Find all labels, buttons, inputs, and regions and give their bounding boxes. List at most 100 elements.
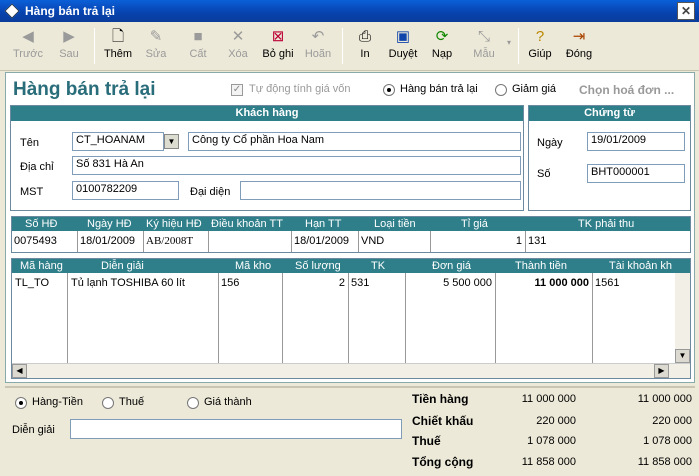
item-description-cell[interactable]: Tủ lạnh TOSHIBA 60 lít (71, 276, 185, 290)
representative-label: Đại diện (190, 186, 231, 198)
total-converted-value: 11 858 000 (637, 456, 692, 468)
invoice-symbol-cell[interactable]: AB/2008T (146, 234, 193, 248)
discount-radio-label: Giảm giá (512, 83, 557, 95)
toolbar-separator (342, 28, 343, 64)
currency-cell[interactable]: VND (361, 234, 384, 248)
customer-code-combo[interactable]: CT_HOANAM (72, 132, 164, 151)
customer-group: Khách hàng Tên CT_HOANAM ▼ Công ty Cổ ph… (10, 105, 524, 211)
invoice-no-cell[interactable]: 0075493 (14, 234, 57, 248)
voucher-no-label: Số (537, 168, 551, 180)
invoice-date-cell[interactable]: 18/01/2009 (80, 234, 135, 248)
quantity-cell[interactable]: 2 (285, 276, 345, 290)
prev-icon: ◀ (22, 28, 34, 45)
description-label: Diễn giải (12, 424, 55, 436)
save-button[interactable]: ■ Cất (180, 25, 216, 67)
subtotal-value: 11 000 000 (521, 393, 576, 405)
scroll-left-arrow-icon[interactable]: ◀ (12, 364, 27, 378)
next-icon: ▶ (63, 28, 75, 45)
inventory-account-cell[interactable]: 1561 (595, 276, 619, 290)
auto-cost-label: Tự động tính giá vốn (249, 83, 351, 95)
invoice-grid: Số HĐ Ngày HĐ Ký hiệu HĐ Điều khoản TT H… (11, 216, 691, 253)
delete-icon: ✕ (231, 28, 245, 45)
close-window-button[interactable]: ✕ (677, 2, 695, 20)
voucher-heading: Chứng từ (529, 106, 690, 121)
tax-code-field[interactable]: 0100782209 (72, 181, 179, 200)
items-vertical-scrollbar[interactable]: ▼ (675, 273, 690, 363)
page-title: Hàng bán trả lại (13, 79, 156, 100)
auto-cost-checkbox[interactable]: ✓ (231, 84, 243, 96)
date-label: Ngày (537, 137, 563, 149)
items-grid: Mã hàng Diễn giải Mã kho Số lượng TK Đơn… (11, 258, 691, 379)
voucher-no-field[interactable]: BHT000001 (587, 164, 685, 183)
reload-button[interactable]: ⟳ Nạp (424, 25, 460, 67)
return-radio-label: Hàng bán trả lại (400, 83, 478, 95)
discount-radio[interactable] (495, 84, 507, 96)
customer-name-field[interactable]: Công ty Cổ phần Hoa Nam (188, 132, 521, 151)
unpost-icon: ⊠ (271, 28, 285, 45)
next-button[interactable]: ▶ Sau (52, 25, 86, 67)
address-field[interactable]: Số 831 Hà An (72, 156, 521, 175)
delete-button[interactable]: ✕ Xóa (220, 25, 256, 67)
undo-icon: ↶ (311, 28, 325, 45)
help-button[interactable]: ? Giúp (524, 25, 556, 67)
close-button[interactable]: ⇥ Đóng (562, 25, 596, 67)
representative-field[interactable] (240, 181, 521, 200)
total-value: 11 858 000 (521, 456, 576, 468)
cost-radio[interactable] (187, 397, 199, 409)
amount-cell[interactable]: 11 000 000 (498, 276, 589, 290)
title-bar: Hàng bán trả lại ✕ (0, 0, 699, 22)
discount-value: 220 000 (536, 415, 576, 427)
description-field[interactable] (70, 419, 402, 439)
date-field[interactable]: 19/01/2009 (587, 132, 685, 151)
goods-money-radio[interactable] (15, 397, 27, 409)
warehouse-cell[interactable]: 156 (221, 276, 239, 290)
edit-button[interactable]: ✎ Sửa (138, 25, 174, 67)
browse-button[interactable]: ▣ Duyệt (384, 25, 422, 67)
print-button[interactable]: ⎙ In (350, 25, 380, 67)
scroll-right-arrow-icon[interactable]: ▶ (654, 364, 669, 378)
template-icon: ⤡ (477, 28, 490, 45)
items-grid-header: Mã hàng Diễn giải Mã kho Số lượng TK Đơn… (12, 259, 690, 273)
exchange-rate-cell[interactable]: 1 (430, 234, 522, 248)
due-date-cell[interactable]: 18/01/2009 (294, 234, 349, 248)
tax-label: Thuế (119, 396, 145, 408)
save-icon: ■ (193, 28, 203, 45)
scroll-down-arrow-icon[interactable]: ▼ (675, 349, 690, 363)
prev-button[interactable]: ◀ Trước (8, 25, 48, 67)
choose-invoice-link[interactable]: Chọn hoá đơn ... (579, 83, 674, 97)
app-icon (4, 3, 20, 19)
account-cell[interactable]: 531 (351, 276, 369, 290)
subtotal-converted-value: 11 000 000 (637, 393, 692, 405)
subtotal-label: Tiền hàng (412, 392, 469, 406)
discount-converted-value: 220 000 (652, 415, 692, 427)
reload-icon: ⟳ (435, 28, 449, 45)
postpone-button[interactable]: ↶ Hoãn (300, 25, 336, 67)
voucher-group: Chứng từ Ngày 19/01/2009 Số BHT000001 (528, 105, 691, 211)
exit-icon: ⇥ (572, 28, 586, 45)
invoice-grid-header: Số HĐ Ngày HĐ Ký hiệu HĐ Điều khoản TT H… (12, 217, 690, 231)
return-radio[interactable] (383, 84, 395, 96)
toolbar-separator (518, 28, 519, 64)
unpost-button[interactable]: ⊠ Bỏ ghi (258, 25, 298, 67)
new-document-icon: 🗋 (111, 28, 125, 45)
edit-icon: ✎ (149, 28, 163, 45)
vat-converted-value: 1 078 000 (643, 435, 692, 447)
cost-label: Giá thành (204, 396, 252, 408)
receivable-account-cell[interactable]: 131 (528, 234, 546, 248)
total-label: Tổng cộng (412, 455, 474, 469)
address-label: Địa chỉ (20, 161, 54, 173)
add-button[interactable]: 🗋 Thêm (100, 25, 136, 67)
tax-radio[interactable] (102, 397, 114, 409)
chevron-down-icon[interactable]: ▼ (164, 134, 179, 149)
item-code-cell[interactable]: TL_TO (15, 276, 49, 290)
main-panel: Hàng bán trả lại ✓ Tự động tính giá vốn … (5, 72, 695, 383)
tax-code-label: MST (20, 186, 44, 198)
unit-price-cell[interactable]: 5 500 000 (408, 276, 492, 290)
printer-icon: ⎙ (358, 28, 371, 45)
goods-money-label: Hàng-Tiền (32, 396, 83, 408)
template-button[interactable]: ⤡ Mẫu (464, 25, 504, 67)
toolbar: ◀ Trước ▶ Sau 🗋 Thêm ✎ Sửa ■ Cất ✕ Xóa ⊠ Bỏ ghi… (0, 22, 699, 71)
name-label: Tên (20, 137, 39, 149)
window-title: Hàng bán trả lại (25, 4, 116, 18)
items-horizontal-scrollbar[interactable]: ◀ ▶ (12, 363, 690, 378)
